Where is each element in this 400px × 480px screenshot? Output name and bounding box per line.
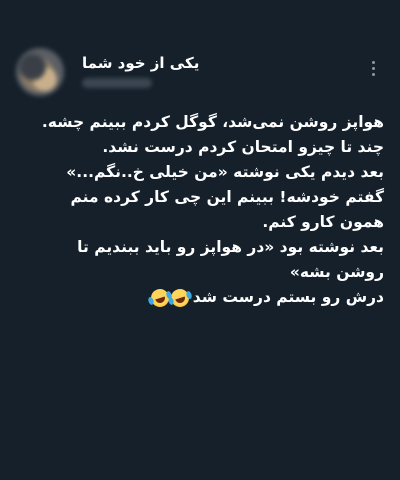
- tweet-line: چند تا چیزو امتحان کردم درست نشد.: [102, 138, 384, 156]
- tweet-card: یکی از خود شما هواپز روشن نمی‌شد، گوگل ک…: [0, 0, 400, 480]
- tweet-line: همون کارو کنم.: [262, 213, 384, 231]
- avatar[interactable]: [16, 48, 64, 96]
- laughing-emoji-pair: [148, 285, 192, 310]
- more-vertical-icon[interactable]: [364, 56, 382, 80]
- tweet-line: گفتم خودشه! ببینم این چی کار کرده منم: [70, 188, 384, 206]
- display-name[interactable]: یکی از خود شما: [82, 54, 199, 72]
- tweet-line: روشن بشه»: [289, 263, 384, 281]
- tweet-last-line: درش رو بستم درست شد: [16, 285, 384, 310]
- username-blurred: [82, 78, 152, 88]
- tweet-line: درش رو بستم درست شد: [192, 288, 384, 306]
- rolling-on-the-floor-laughing-emoji: [148, 286, 172, 309]
- rolling-on-the-floor-laughing-emoji: [168, 286, 192, 309]
- tweet-text: هواپز روشن نمی‌شد، گوگل کردم ببینم چشه. …: [16, 110, 384, 310]
- tweet-line: هواپز روشن نمی‌شد، گوگل کردم ببینم چشه.: [41, 113, 384, 131]
- tweet-line: بعد دیدم یکی نوشته «من خیلی خ..نگم...»: [66, 163, 384, 181]
- tweet-header: یکی از خود شما: [0, 40, 400, 100]
- tweet-line: بعد نوشته بود «در هواپز رو باید ببندیم ت…: [77, 238, 384, 256]
